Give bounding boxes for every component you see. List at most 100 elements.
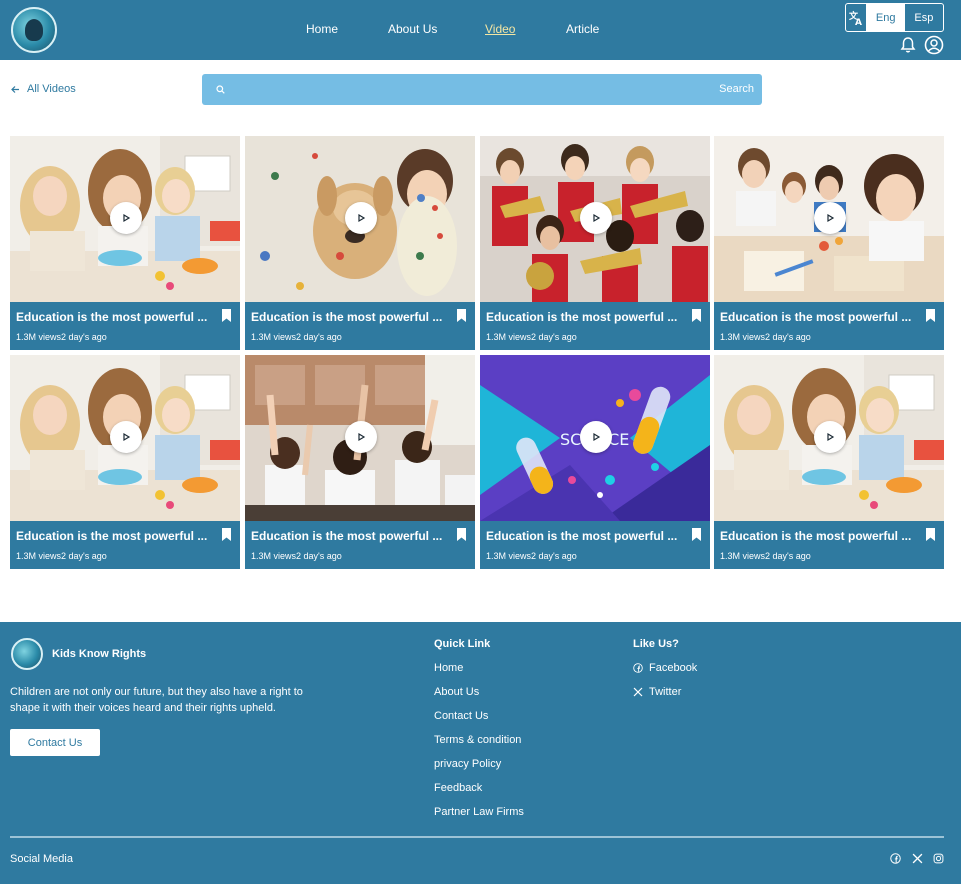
bookmark-icon[interactable] [221,527,232,542]
language-switcher: 文A Eng Esp [845,3,944,32]
quick-link-heading: Quick Link [434,638,491,650]
footer-link-privacy[interactable]: privacy Policy [434,758,501,770]
video-meta: 1.3M views2 day's ago [486,551,577,561]
search-button[interactable]: Search [719,83,754,95]
nav-about-us[interactable]: About Us [388,22,437,36]
video-title[interactable]: Education is the most powerful ... [16,310,212,324]
footer-logo[interactable] [11,638,43,670]
nav-article[interactable]: Article [566,22,599,36]
x-twitter-icon [633,687,643,697]
footer-link-home[interactable]: Home [434,662,463,674]
bookmark-icon[interactable] [456,308,467,323]
play-icon[interactable] [580,421,612,453]
video-title[interactable]: Education is the most powerful ... [251,529,447,543]
twitter-link[interactable]: Twitter [633,686,681,698]
search-input[interactable] [232,80,692,99]
video-meta: 1.3M views2 day's ago [251,551,342,561]
facebook-icon [633,663,643,673]
contact-us-button[interactable]: Contact Us [10,729,100,756]
play-icon[interactable] [814,421,846,453]
facebook-label: Facebook [649,662,698,674]
video-meta: 1.3M views2 day's ago [486,332,577,342]
site-footer: Kids Know Rights Children are not only o… [0,622,961,884]
video-age: 2 day's ago [61,332,107,342]
nav-home[interactable]: Home [306,22,338,36]
twitter-label: Twitter [649,686,682,698]
play-icon[interactable] [814,202,846,234]
search-icon [216,85,225,94]
bookmark-icon[interactable] [456,527,467,542]
video-title[interactable]: Education is the most powerful ... [16,529,212,543]
video-views: 1.3M views [251,551,297,561]
video-card[interactable]: Education is the most powerful ... 1.3M v… [245,355,475,569]
video-views: 1.3M views [251,332,297,342]
bookmark-icon[interactable] [691,527,702,542]
video-age: 2 day's ago [531,551,577,561]
bookmark-icon[interactable] [221,308,232,323]
footer-brand-name: Kids Know Rights [52,648,147,660]
top-header: Home About Us Video Article 文A Eng Esp [0,0,961,60]
all-videos-label: All Videos [27,83,76,95]
video-title[interactable]: Education is the most powerful ... [720,310,916,324]
video-views: 1.3M views [720,551,766,561]
language-eng-button[interactable]: Eng [866,4,905,31]
bookmark-icon[interactable] [691,308,702,323]
footer-link-feedback[interactable]: Feedback [434,782,482,794]
video-views: 1.3M views [16,332,62,342]
bell-icon[interactable] [899,36,917,54]
play-icon[interactable] [345,202,377,234]
video-title[interactable]: Education is the most powerful ... [486,310,682,324]
language-esp-button[interactable]: Esp [905,4,943,31]
video-title[interactable]: Education is the most powerful ... [251,310,447,324]
all-videos-link[interactable]: All Videos [11,83,76,95]
footer-divider [10,836,944,838]
video-card[interactable]: Education is the most powerful ... 1.3M v… [714,136,944,350]
video-views: 1.3M views [486,332,532,342]
search-bar: Search [202,74,762,105]
video-card[interactable]: SCIENCEEducation is the most powerful ..… [480,355,710,569]
video-meta: 1.3M views2 day's ago [251,332,342,342]
video-meta: 1.3M views2 day's ago [16,332,107,342]
video-card[interactable]: Education is the most powerful ... 1.3M v… [10,355,240,569]
play-icon[interactable] [110,202,142,234]
video-title[interactable]: Education is the most powerful ... [720,529,916,543]
nav-video[interactable]: Video [485,22,515,36]
translate-icon: 文A [846,4,867,31]
play-icon[interactable] [345,421,377,453]
footer-link-partner-law-firms[interactable]: Partner Law Firms [434,806,524,818]
video-views: 1.3M views [16,551,62,561]
bookmark-icon[interactable] [925,527,936,542]
play-icon[interactable] [110,421,142,453]
footer-link-about-us[interactable]: About Us [434,686,479,698]
video-age: 2 day's ago [765,332,811,342]
video-age: 2 day's ago [531,332,577,342]
video-title[interactable]: Education is the most powerful ... [486,529,682,543]
video-age: 2 day's ago [296,551,342,561]
x-twitter-icon[interactable] [912,853,923,864]
video-views: 1.3M views [486,551,532,561]
footer-tagline: Children are not only our future, but th… [10,686,303,714]
social-media-label: Social Media [10,853,73,865]
arrow-left-icon [11,85,19,93]
video-card[interactable]: Education is the most powerful ... 1.3M v… [714,355,944,569]
main-nav: Home About Us Video Article [0,22,961,38]
video-card[interactable]: Education is the most powerful ... 1.3M v… [10,136,240,350]
instagram-icon[interactable] [933,853,944,864]
facebook-icon[interactable] [890,853,901,864]
video-age: 2 day's ago [296,332,342,342]
user-account-icon[interactable] [924,35,944,55]
video-age: 2 day's ago [765,551,811,561]
bookmark-icon[interactable] [925,308,936,323]
play-icon[interactable] [580,202,612,234]
svg-text:A: A [855,18,862,26]
video-card[interactable]: Education is the most powerful ... 1.3M v… [480,136,710,350]
video-meta: 1.3M views2 day's ago [16,551,107,561]
footer-link-contact-us[interactable]: Contact Us [434,710,488,722]
video-card[interactable]: Education is the most powerful ... 1.3M v… [245,136,475,350]
like-us-heading: Like Us? [633,638,679,650]
video-meta: 1.3M views2 day's ago [720,551,811,561]
facebook-link[interactable]: Facebook [633,662,697,674]
video-age: 2 day's ago [61,551,107,561]
video-views: 1.3M views [720,332,766,342]
footer-link-terms[interactable]: Terms & condition [434,734,521,746]
